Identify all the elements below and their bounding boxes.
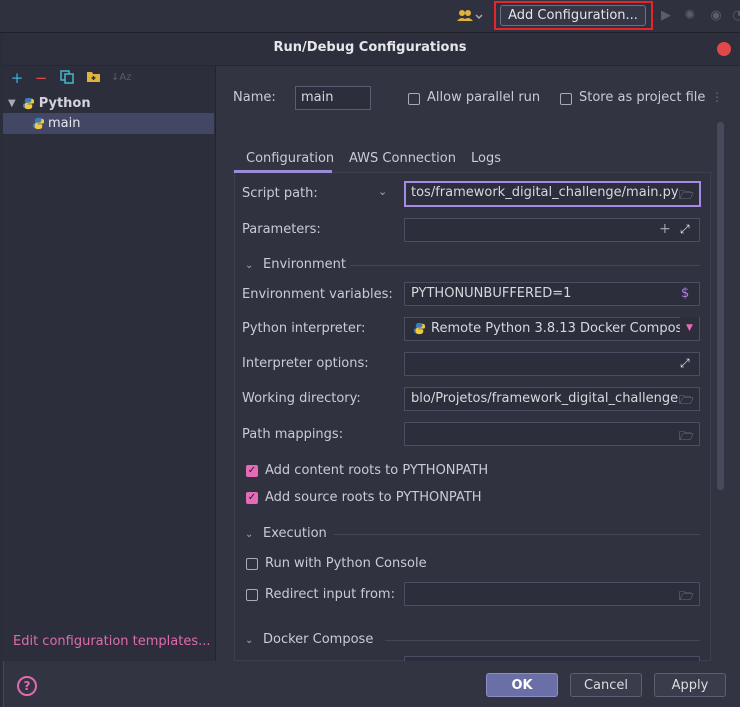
more-options-icon[interactable]: ⋮ <box>711 90 723 104</box>
name-input[interactable]: main <box>295 86 371 110</box>
environment-section-title[interactable]: Environment <box>263 257 346 272</box>
add-configuration-button[interactable]: Add Configuration... <box>500 5 646 26</box>
redirect-input-label: Redirect input from: <box>265 587 395 602</box>
python-console-label: Run with Python Console <box>265 556 427 571</box>
content-roots-label: Add content roots to PYTHONPATH <box>265 463 489 478</box>
tab-configuration[interactable]: Configuration <box>246 151 334 166</box>
apply-button[interactable]: Apply <box>654 673 726 697</box>
sort-icon[interactable]: ↓Az <box>111 70 131 86</box>
path-mappings-input[interactable] <box>404 422 700 446</box>
configurations-tree-panel <box>3 66 216 661</box>
folder-icon[interactable]: 🗁 <box>679 427 694 448</box>
chevron-down-icon[interactable]: ⌄ <box>245 529 253 540</box>
docker-compose-field[interactable] <box>404 656 700 661</box>
chevron-down-icon[interactable]: ⌄ <box>245 260 253 271</box>
expand-icon[interactable]: ⤢ <box>680 222 690 237</box>
edit-templates-link[interactable]: Edit configuration templates... <box>13 634 211 649</box>
interpreter-label: Python interpreter: <box>242 321 366 336</box>
vertical-scrollbar[interactable] <box>717 122 724 490</box>
help-button[interactable]: ? <box>17 676 37 696</box>
section-divider <box>385 640 700 641</box>
folder-icon[interactable]: 🗁 <box>679 587 694 608</box>
add-icon[interactable]: + <box>9 70 25 86</box>
path-mappings-label: Path mappings: <box>242 427 344 442</box>
docker-compose-section-title[interactable]: Docker Compose <box>263 632 373 647</box>
tree-item-python[interactable]: ▼ Python <box>8 94 214 112</box>
store-project-checkbox[interactable] <box>560 93 572 105</box>
content-roots-checkbox[interactable] <box>246 465 258 477</box>
dollar-icon[interactable]: $ <box>681 286 689 301</box>
dialog-title: Run/Debug Configurations <box>273 40 467 55</box>
name-label: Name: <box>233 90 276 105</box>
chevron-down-icon[interactable]: ⌄ <box>245 635 253 646</box>
profile-icon[interactable]: ◔ <box>731 9 740 23</box>
env-vars-label: Environment variables: <box>242 287 393 302</box>
folder-icon[interactable]: 🗁 <box>679 391 694 412</box>
run-icon[interactable]: ▶ <box>659 9 673 23</box>
working-dir-input[interactable]: blo/Projetos/framework_digital_challenge <box>404 387 700 411</box>
cancel-button[interactable]: Cancel <box>570 673 642 697</box>
allow-parallel-label: Allow parallel run <box>427 90 541 105</box>
copy-icon[interactable] <box>59 70 75 86</box>
script-path-input[interactable]: tos/framework_digital_challenge/main.py <box>404 181 701 207</box>
source-roots-checkbox[interactable] <box>246 492 258 504</box>
parameters-label: Parameters: <box>242 222 321 237</box>
tree-item-label: main <box>48 116 81 131</box>
close-icon[interactable] <box>717 42 731 56</box>
users-icon[interactable] <box>456 8 484 24</box>
ok-button[interactable]: OK <box>486 673 558 697</box>
redirect-input-field[interactable] <box>404 582 700 606</box>
dropdown-arrow-icon[interactable]: ▼ <box>680 317 699 339</box>
coverage-icon[interactable]: ◉ <box>709 9 723 23</box>
section-divider <box>350 265 700 266</box>
section-divider <box>334 534 700 535</box>
parameters-input[interactable] <box>404 218 700 242</box>
expand-icon[interactable]: ⤢ <box>680 356 690 371</box>
interp-options-label: Interpreter options: <box>242 356 369 371</box>
plus-icon[interactable]: + <box>659 221 671 237</box>
execution-section-title[interactable]: Execution <box>263 526 327 541</box>
working-dir-label: Working directory: <box>242 391 361 406</box>
source-roots-label: Add source roots to PYTHONPATH <box>265 490 482 505</box>
interpreter-select[interactable]: Remote Python 3.8.13 Docker Compos <box>404 317 700 341</box>
interp-options-input[interactable] <box>404 352 700 376</box>
python-icon <box>32 117 45 130</box>
python-icon <box>413 322 426 335</box>
folder-icon[interactable]: 🗁 <box>679 186 694 207</box>
remove-icon[interactable]: − <box>33 70 49 86</box>
debug-icon[interactable]: ✺ <box>683 9 697 23</box>
tab-aws-connection[interactable]: AWS Connection <box>349 151 456 166</box>
env-vars-input[interactable]: PYTHONUNBUFFERED=1 <box>404 282 700 306</box>
tree-item-label: Python <box>38 95 91 111</box>
allow-parallel-checkbox[interactable] <box>408 93 420 105</box>
new-folder-icon[interactable] <box>85 70 101 86</box>
config-tabs: Configuration AWS Connection Logs <box>232 142 712 173</box>
tree-item-main[interactable]: main <box>3 113 214 134</box>
tab-logs[interactable]: Logs <box>471 151 501 166</box>
chevron-down-icon: ▼ <box>8 97 16 109</box>
python-icon <box>22 97 34 109</box>
store-project-label: Store as project file <box>579 90 706 105</box>
redirect-input-checkbox[interactable] <box>246 589 258 601</box>
script-path-label: Script path: <box>242 186 318 201</box>
python-console-checkbox[interactable] <box>246 558 258 570</box>
chevron-down-icon[interactable]: ⌄ <box>378 185 387 198</box>
